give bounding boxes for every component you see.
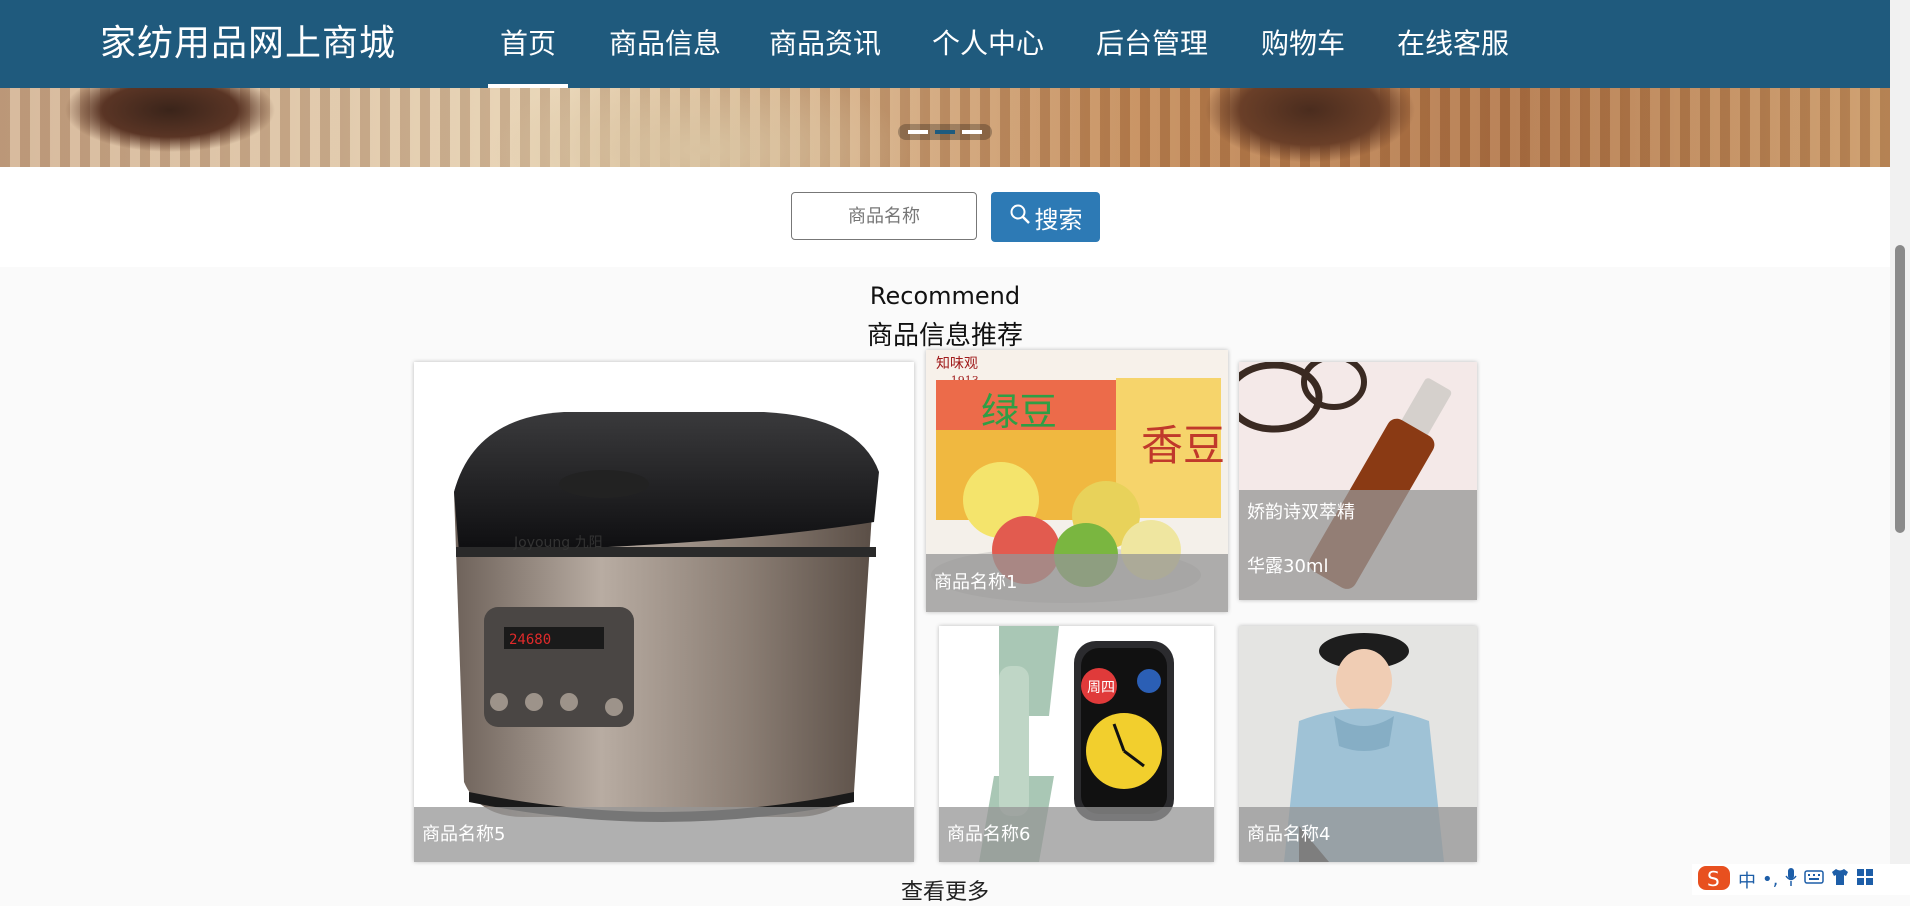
nav-support[interactable]: 在线客服 (1397, 22, 1509, 66)
product-name: 商品名称5 (414, 807, 914, 862)
nav-profile[interactable]: 个人中心 (932, 22, 1044, 66)
ime-toolbar: S 中 •, (1692, 864, 1910, 895)
nav-home[interactable]: 首页 (500, 22, 556, 66)
product-name-line-1: 娇韵诗双萃精 (1247, 502, 1355, 523)
search-button[interactable]: 搜索 (991, 192, 1100, 242)
carousel-dot-3[interactable] (962, 130, 982, 134)
svg-text:香豆: 香豆 (1141, 421, 1225, 470)
product-name: 商品名称1 (926, 554, 1228, 612)
section-title-en: Recommend (869, 282, 1021, 310)
svg-text:周四: 周四 (1087, 680, 1115, 696)
keyboard-icon[interactable] (1804, 869, 1825, 890)
svg-text:24680: 24680 (509, 632, 551, 648)
nav-cart[interactable]: 购物车 (1261, 22, 1345, 66)
see-more-link[interactable]: 查看更多 (0, 874, 1890, 906)
search-input[interactable] (791, 192, 977, 240)
product-card[interactable]: 娇韵诗双萃精 华露30ml (1239, 362, 1477, 600)
product-card[interactable]: 商品名称4 (1239, 626, 1477, 862)
site-title[interactable]: 家纺用品网上商城 (100, 20, 396, 68)
nav-products[interactable]: 商品信息 (609, 22, 721, 66)
product-name-line-2: 华露30ml (1247, 556, 1329, 577)
section-title-cn: 商品信息推荐 (866, 321, 1023, 351)
scrollbar-thumb[interactable] (1895, 245, 1905, 533)
carousel-dot-1[interactable] (908, 130, 928, 134)
punctuation-icon[interactable]: •, (1762, 869, 1778, 890)
product-card[interactable]: Joyoung 九阳 24680 商品名称5 (414, 362, 914, 862)
product-name: 娇韵诗双萃精 华露30ml (1239, 490, 1477, 600)
skin-shirt-icon[interactable] (1830, 868, 1850, 891)
svg-text:绿豆: 绿豆 (981, 390, 1057, 434)
ime-mode[interactable]: 中 (1738, 867, 1756, 893)
nav-news[interactable]: 商品资讯 (769, 22, 881, 66)
microphone-icon[interactable] (1784, 867, 1798, 892)
carousel-dot-2[interactable] (935, 130, 955, 134)
svg-text:知味观: 知味观 (936, 355, 978, 372)
search-icon (1009, 203, 1035, 231)
rice-cooker-image: Joyoung 九阳 24680 (454, 412, 879, 822)
svg-text:Joyoung 九阳: Joyoung 九阳 (513, 535, 603, 551)
product-card[interactable]: 周四 商品名称6 (939, 626, 1214, 862)
search-button-label: 搜索 (1034, 205, 1083, 234)
top-navbar: 家纺用品网上商城 首页 商品信息 商品资讯 个人中心 后台管理 购物车 在线客服 (0, 0, 1890, 88)
svg-text:S: S (1707, 867, 1720, 891)
product-name: 商品名称4 (1239, 807, 1477, 862)
toolbox-grid-icon[interactable] (1856, 868, 1874, 891)
product-card[interactable]: 知味观 ~ 1913 ~ 绿豆 香豆 商品名称1 (926, 350, 1228, 612)
active-nav-indicator (488, 84, 568, 88)
sogou-logo-icon[interactable]: S (1696, 862, 1732, 897)
nav-admin[interactable]: 后台管理 (1096, 22, 1208, 66)
product-name: 商品名称6 (939, 807, 1214, 862)
carousel-indicators (898, 124, 992, 140)
